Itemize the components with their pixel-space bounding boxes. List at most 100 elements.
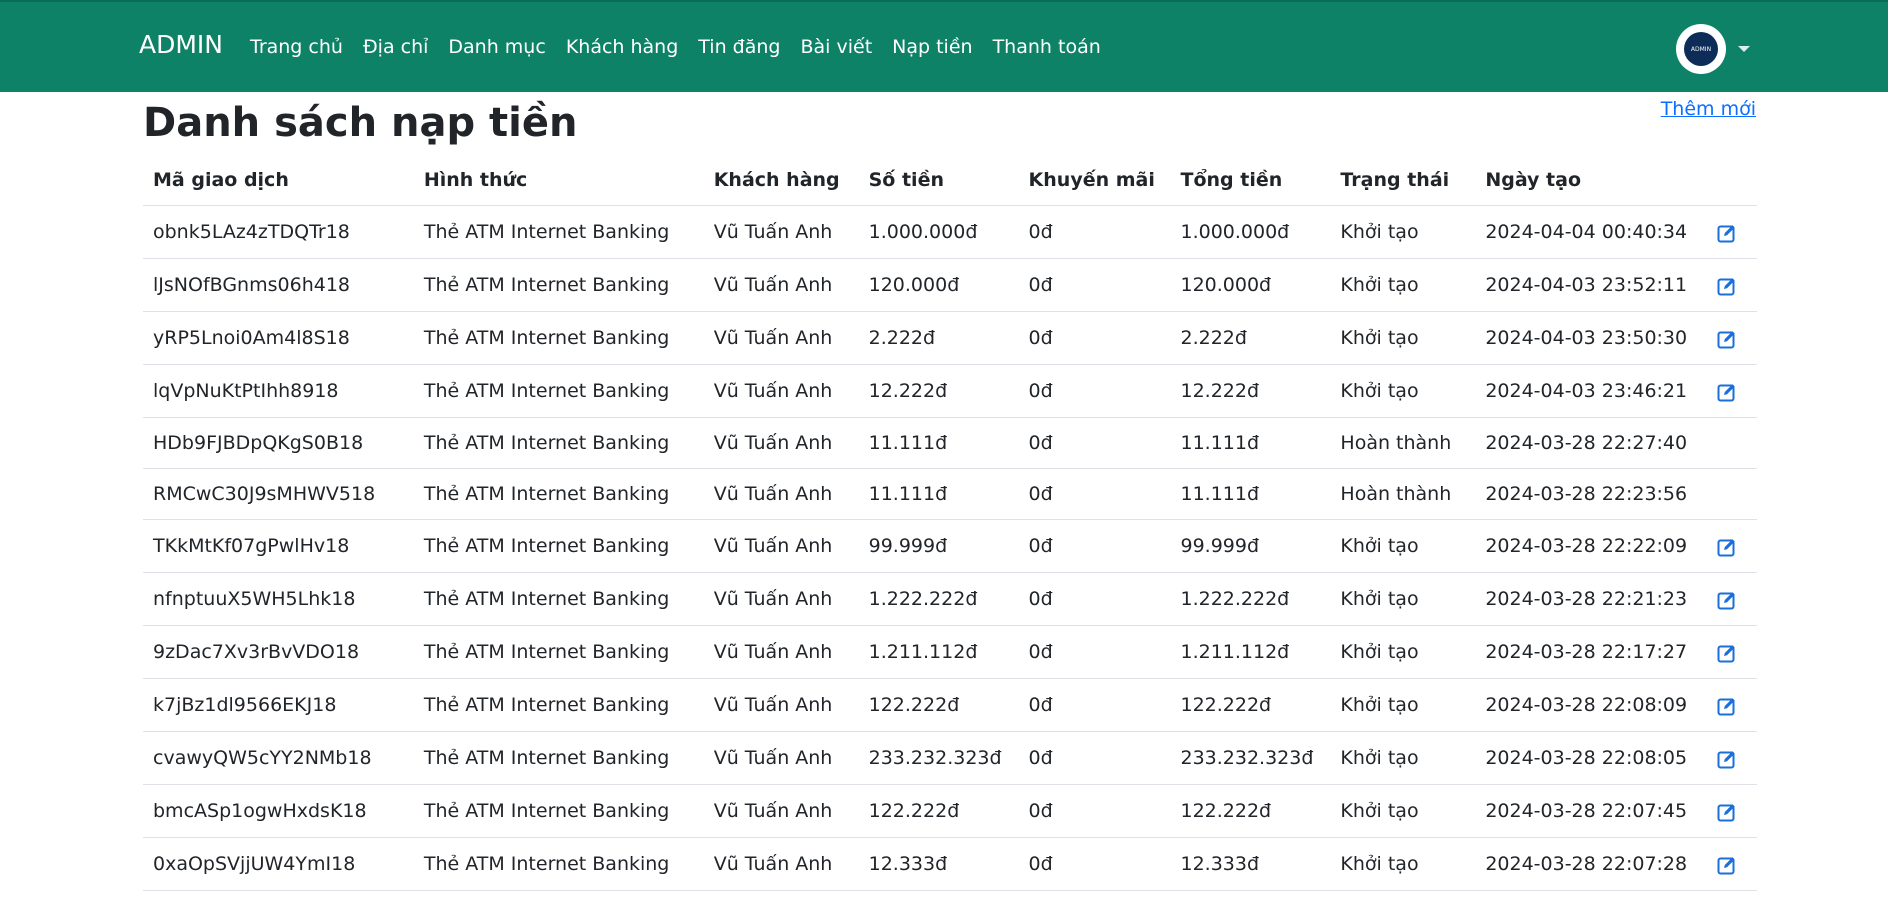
edit-icon[interactable] <box>1717 590 1737 610</box>
edit-icon[interactable] <box>1717 696 1737 716</box>
cell-amount: 1.000.000đ <box>858 205 1019 259</box>
cell-total: 2.222đ <box>1170 311 1331 365</box>
cell-customer: Vũ Tuấn Anh <box>703 468 859 520</box>
table-row: obnk5LAz4zTDQTr18 Thẻ ATM Internet Bankin… <box>143 205 1757 259</box>
table-row: k7jBz1dl9566EKJ18 Thẻ ATM Internet Bankin… <box>143 678 1757 732</box>
page-title: Danh sách nạp tiền <box>143 100 578 146</box>
cell-status: Khởi tạo <box>1330 837 1476 891</box>
cell-actions <box>1687 364 1757 418</box>
cell-status: Khởi tạo <box>1330 731 1476 785</box>
cell-promotion: 0đ <box>1018 784 1171 838</box>
cell-customer: Vũ Tuấn Anh <box>703 519 859 573</box>
cell-created-date: 2024-03-28 22:07:28 <box>1475 837 1688 891</box>
cell-created-date: 2024-03-28 22:08:09 <box>1475 678 1688 732</box>
nav-link-trang-chu[interactable]: Trang chủ <box>250 36 343 58</box>
cell-promotion: 0đ <box>1018 678 1171 732</box>
cell-status: Khởi tạo <box>1330 784 1476 838</box>
cell-actions <box>1687 258 1757 312</box>
cell-transaction-code: k7jBz1dl9566EKJ18 <box>143 678 414 732</box>
header-actions <box>1687 155 1757 206</box>
cell-amount: 233.232.323đ <box>858 731 1019 785</box>
cell-total: 11.111đ <box>1170 468 1331 520</box>
cell-customer: Vũ Tuấn Anh <box>703 572 859 626</box>
avatar[interactable]: ADMIN <box>1676 24 1726 74</box>
cell-status: Hoàn thành <box>1330 468 1476 520</box>
cell-amount: 1.222.222đ <box>858 572 1019 626</box>
cell-method: Thẻ ATM Internet Banking <box>413 784 704 838</box>
cell-actions <box>1687 837 1757 891</box>
edit-icon[interactable] <box>1717 749 1737 769</box>
edit-icon[interactable] <box>1717 382 1737 402</box>
cell-promotion: 0đ <box>1018 572 1171 626</box>
edit-icon[interactable] <box>1717 276 1737 296</box>
cell-actions <box>1687 205 1757 259</box>
cell-method: Thẻ ATM Internet Banking <box>413 311 704 365</box>
cell-status: Khởi tạo <box>1330 519 1476 573</box>
cell-method: Thẻ ATM Internet Banking <box>413 678 704 732</box>
nav-link-nap-tien[interactable]: Nạp tiền <box>892 36 972 58</box>
cell-method: Thẻ ATM Internet Banking <box>413 417 704 469</box>
edit-icon[interactable] <box>1717 643 1737 663</box>
cell-promotion: 0đ <box>1018 205 1171 259</box>
cell-method: Thẻ ATM Internet Banking <box>413 625 704 679</box>
cell-transaction-code: yRP5Lnoi0Am4l8S18 <box>143 311 414 365</box>
cell-method: Thẻ ATM Internet Banking <box>413 731 704 785</box>
nav-link-thanh-toan[interactable]: Thanh toán <box>993 36 1101 58</box>
cell-status: Khởi tạo <box>1330 678 1476 732</box>
cell-customer: Vũ Tuấn Anh <box>703 731 859 785</box>
cell-total: 1.211.112đ <box>1170 625 1331 679</box>
cell-created-date: 2024-04-03 23:52:11 <box>1475 258 1688 312</box>
cell-created-date: 2024-03-28 22:21:23 <box>1475 572 1688 626</box>
cell-customer: Vũ Tuấn Anh <box>703 311 859 365</box>
cell-customer: Vũ Tuấn Anh <box>703 625 859 679</box>
cell-transaction-code: HDb9FJBDpQKgS0B18 <box>143 417 414 469</box>
cell-amount: 11.111đ <box>858 468 1019 520</box>
edit-icon[interactable] <box>1717 329 1737 349</box>
edit-icon[interactable] <box>1717 537 1737 557</box>
cell-actions <box>1687 625 1757 679</box>
cell-customer: Vũ Tuấn Anh <box>703 784 859 838</box>
nav-link-tin-dang[interactable]: Tin đăng <box>698 36 780 58</box>
cell-promotion: 0đ <box>1018 625 1171 679</box>
cell-total: 122.222đ <box>1170 784 1331 838</box>
header-method: Hình thức <box>413 155 704 206</box>
edit-icon[interactable] <box>1717 855 1737 875</box>
cell-total: 120.000đ <box>1170 258 1331 312</box>
nav-link-bai-viet[interactable]: Bài viết <box>800 36 872 58</box>
cell-amount: 12.333đ <box>858 837 1019 891</box>
cell-total: 11.111đ <box>1170 417 1331 469</box>
nav-link-khach-hang[interactable]: Khách hàng <box>566 36 678 58</box>
cell-transaction-code: cvawyQW5cYY2NMb18 <box>143 731 414 785</box>
cell-amount: 12.222đ <box>858 364 1019 418</box>
cell-created-date: 2024-03-28 22:07:45 <box>1475 784 1688 838</box>
table-row: bmcASp1ogwHxdsK18 Thẻ ATM Internet Bankin… <box>143 784 1757 838</box>
cell-amount: 1.211.112đ <box>858 625 1019 679</box>
cell-method: Thẻ ATM Internet Banking <box>413 364 704 418</box>
nav-link-dia-chi[interactable]: Địa chỉ <box>363 36 428 58</box>
cell-amount: 2.222đ <box>858 311 1019 365</box>
cell-created-date: 2024-03-28 22:23:56 <box>1475 468 1688 520</box>
cell-promotion: 0đ <box>1018 417 1171 469</box>
cell-promotion: 0đ <box>1018 364 1171 418</box>
cell-method: Thẻ ATM Internet Banking <box>413 837 704 891</box>
cell-actions <box>1687 468 1757 520</box>
cell-customer: Vũ Tuấn Anh <box>703 258 859 312</box>
brand-admin[interactable]: ADMIN <box>139 30 223 59</box>
add-new-link[interactable]: Thêm mới <box>1661 98 1756 120</box>
cell-actions <box>1687 731 1757 785</box>
user-menu-toggle[interactable]: ADMIN <box>1676 24 1750 74</box>
cell-amount: 122.222đ <box>858 784 1019 838</box>
cell-total: 233.232.323đ <box>1170 731 1331 785</box>
cell-actions <box>1687 519 1757 573</box>
cell-created-date: 2024-04-03 23:46:21 <box>1475 364 1688 418</box>
cell-method: Thẻ ATM Internet Banking <box>413 205 704 259</box>
cell-total: 12.222đ <box>1170 364 1331 418</box>
cell-status: Khởi tạo <box>1330 572 1476 626</box>
table-row: HDb9FJBDpQKgS0B18 Thẻ ATM Internet Bankin… <box>143 417 1757 469</box>
cell-method: Thẻ ATM Internet Banking <box>413 468 704 520</box>
table-row: RMCwC30J9sMHWV518 Thẻ ATM Internet Bankin… <box>143 468 1757 520</box>
edit-icon[interactable] <box>1717 802 1737 822</box>
edit-icon[interactable] <box>1717 223 1737 243</box>
chevron-down-icon[interactable] <box>1738 46 1750 52</box>
nav-link-danh-muc[interactable]: Danh mục <box>448 36 545 58</box>
